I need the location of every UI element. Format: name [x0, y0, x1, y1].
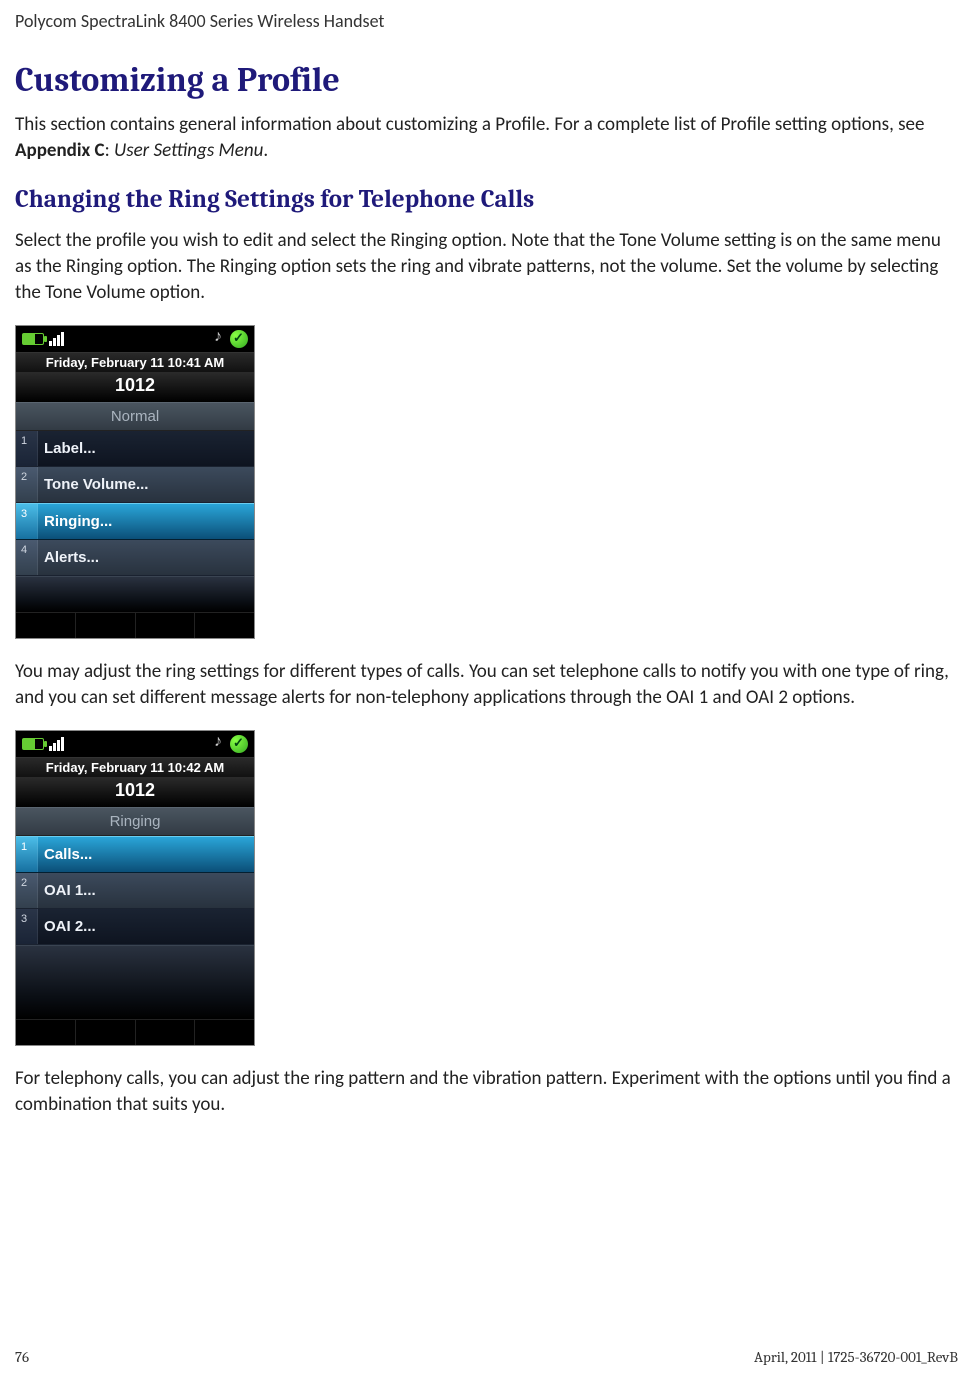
paragraph-2: You may adjust the ring settings for dif… — [0, 653, 973, 716]
menu-item-label: Calls... — [38, 837, 254, 872]
signal-icon — [49, 332, 64, 346]
menu-item-label: OAI 2... — [38, 909, 254, 944]
intro-text-pre: This section contains general informatio… — [15, 113, 924, 136]
battery-icon — [22, 333, 44, 345]
menu-item-label: OAI 1... — [38, 873, 254, 908]
music-note-icon — [214, 330, 224, 346]
status-right — [214, 330, 248, 348]
extension-line: 1012 — [16, 777, 254, 807]
menu-item[interactable]: 4Alerts... — [16, 540, 254, 576]
phone-spacer — [16, 945, 254, 1019]
menu-item[interactable]: 1Label... — [16, 431, 254, 467]
menu-item-number: 3 — [16, 504, 38, 539]
intro-user-settings-em: User Settings Menu — [114, 139, 263, 162]
phone-screenshot-ringing: Friday, February 11 10:42 AM 1012 Ringin… — [15, 730, 255, 1046]
music-note-icon — [214, 735, 224, 751]
screen-title: Normal — [16, 402, 254, 431]
menu-item-number: 3 — [16, 909, 38, 944]
status-bar — [16, 326, 254, 352]
menu-item-label: Ringing... — [38, 504, 254, 539]
signal-icon — [49, 737, 64, 751]
intro-text-mid: : — [105, 139, 114, 162]
phone-ok-icon — [230, 735, 248, 753]
status-left — [22, 332, 64, 346]
menu-item-label: Label... — [38, 431, 254, 466]
phone-screenshot-normal: Friday, February 11 10:41 AM 1012 Normal… — [15, 325, 255, 639]
extension-line: 1012 — [16, 372, 254, 402]
status-bar — [16, 731, 254, 757]
menu-item-number: 2 — [16, 467, 38, 502]
menu-item[interactable]: 3OAI 2... — [16, 909, 254, 945]
paragraph-1: Select the profile you wish to edit and … — [0, 222, 973, 311]
menu-item[interactable]: 2OAI 1... — [16, 873, 254, 909]
heading-customizing-profile: Customizing a Profile — [0, 42, 973, 106]
softkey-bar — [16, 612, 254, 638]
screen-title: Ringing — [16, 807, 254, 836]
menu-item-number: 1 — [16, 837, 38, 872]
menu-item[interactable]: 2Tone Volume... — [16, 467, 254, 503]
status-right — [214, 735, 248, 753]
date-line: Friday, February 11 10:41 AM — [16, 352, 254, 372]
page-number: 76 — [15, 1348, 29, 1366]
intro-text-post: . — [263, 139, 268, 162]
page-footer: 76 April, 2011 | 1725-36720-001_RevB — [0, 1348, 973, 1366]
phone-spacer — [16, 576, 254, 612]
intro-paragraph: This section contains general informatio… — [0, 106, 973, 169]
menu-item-label: Alerts... — [38, 540, 254, 575]
page-header: Polycom SpectraLink 8400 Series Wireless… — [0, 10, 973, 42]
menu-item-number: 2 — [16, 873, 38, 908]
menu-list-2: 1Calls...2OAI 1...3OAI 2... — [16, 836, 254, 945]
menu-list-1: 1Label...2Tone Volume...3Ringing...4Aler… — [16, 431, 254, 576]
heading-changing-ring-settings: Changing the Ring Settings for Telephone… — [0, 169, 973, 222]
intro-appendix-bold: Appendix C — [15, 139, 105, 162]
softkey-bar — [16, 1019, 254, 1045]
battery-icon — [22, 738, 44, 750]
menu-item-label: Tone Volume... — [38, 467, 254, 502]
status-left — [22, 737, 64, 751]
menu-item[interactable]: 3Ringing... — [16, 503, 254, 540]
menu-item-number: 1 — [16, 431, 38, 466]
menu-item[interactable]: 1Calls... — [16, 836, 254, 873]
phone-ok-icon — [230, 330, 248, 348]
date-line: Friday, February 11 10:42 AM — [16, 757, 254, 777]
footer-right: April, 2011 | 1725-36720-001_RevB — [754, 1348, 958, 1366]
paragraph-3: For telephony calls, you can adjust the … — [0, 1060, 973, 1123]
menu-item-number: 4 — [16, 540, 38, 575]
